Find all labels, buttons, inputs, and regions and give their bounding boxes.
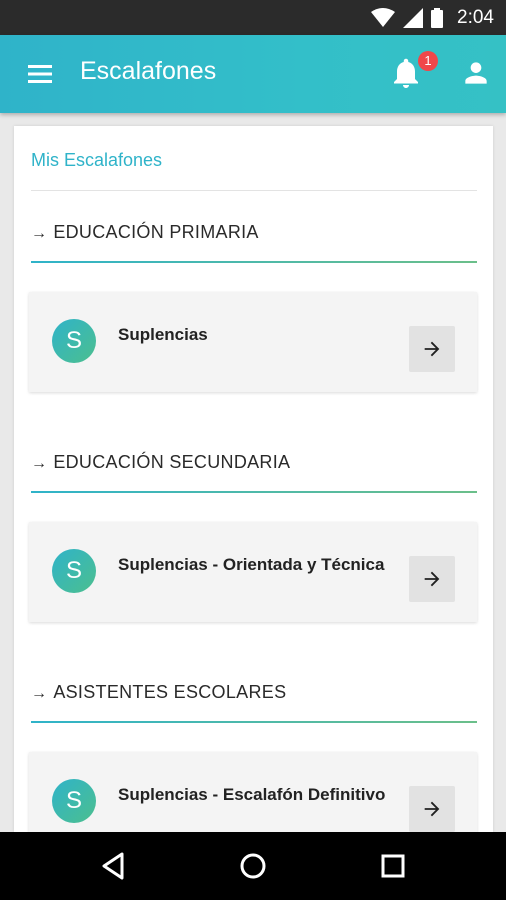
back-icon[interactable] — [98, 850, 130, 882]
arrow-forward-icon — [424, 801, 440, 817]
section-heading-label: EDUCACIÓN PRIMARIA — [53, 222, 259, 242]
section-heading-label: EDUCACIÓN SECUNDARIA — [53, 452, 291, 472]
arrow-forward-icon — [424, 571, 440, 587]
escalafon-label: Suplencias - Orientada y Técnica — [118, 555, 385, 574]
content-card: Mis Escalafones → EDUCACIÓN PRIMARIA S Su… — [14, 126, 493, 832]
status-icons: 2:04 — [371, 0, 494, 35]
account-icon[interactable] — [460, 57, 492, 89]
wifi-icon — [371, 7, 396, 27]
escalafon-label: Suplencias - Escalafón Definitivo — [118, 785, 386, 804]
arrow-forward-icon — [424, 341, 440, 357]
system-nav-bar — [0, 832, 506, 900]
section-heading-label: ASISTENTES ESCOLARES — [53, 682, 287, 702]
section-divider — [31, 491, 477, 493]
status-bar: 2:04 — [0, 0, 506, 35]
avatar: S — [52, 319, 96, 363]
open-escalafon-button[interactable] — [409, 326, 455, 372]
arrow-right-icon: → — [31, 225, 48, 242]
menu-icon[interactable] — [24, 61, 56, 87]
divider — [31, 190, 477, 191]
recents-icon[interactable] — [377, 850, 409, 882]
avatar: S — [52, 549, 96, 593]
avatar: S — [52, 779, 96, 823]
escalafon-card-asistentes[interactable]: S Suplencias - Escalafón Definitivo — [29, 752, 477, 832]
section-heading-asistentes: → ASISTENTES ESCOLARES — [31, 682, 286, 703]
home-icon[interactable] — [237, 850, 269, 882]
app-title: Escalafones — [80, 57, 217, 85]
cell-signal-icon — [403, 7, 424, 28]
notification-badge: 1 — [418, 51, 438, 71]
status-time: 2:04 — [457, 6, 494, 28]
open-escalafon-button[interactable] — [409, 786, 455, 832]
battery-icon — [431, 7, 444, 28]
arrow-right-icon: → — [31, 685, 48, 702]
open-escalafon-button[interactable] — [409, 556, 455, 602]
section-heading-primaria: → EDUCACIÓN PRIMARIA — [31, 222, 259, 243]
escalafon-card-secundaria[interactable]: S Suplencias - Orientada y Técnica — [29, 522, 477, 622]
arrow-right-icon: → — [31, 455, 48, 472]
section-divider — [31, 721, 477, 723]
section-divider — [31, 261, 477, 263]
escalafon-card-primaria[interactable]: S Suplencias — [29, 292, 477, 392]
page-subtitle: Mis Escalafones — [31, 150, 163, 170]
app-bar: Escalafones 1 — [0, 35, 506, 113]
escalafon-label: Suplencias — [118, 325, 208, 344]
section-heading-secundaria: → EDUCACIÓN SECUNDARIA — [31, 452, 290, 473]
